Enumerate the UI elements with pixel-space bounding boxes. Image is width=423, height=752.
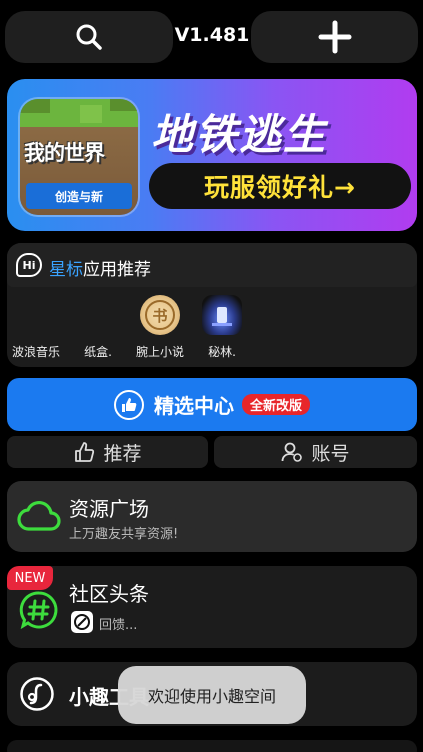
portal-icon	[202, 295, 242, 335]
thumbs-up-outline-icon	[75, 442, 95, 462]
featured-center-label: 精选中心	[153, 394, 234, 418]
thumbs-up-icon	[113, 389, 144, 420]
revamp-badge: 全新改版	[241, 394, 310, 415]
user-icon	[282, 442, 303, 462]
app-label: 秘林.	[208, 345, 236, 359]
welcome-toast: 欢迎使用小趣空间	[118, 666, 306, 724]
cloud-icon	[17, 500, 61, 531]
search-button[interactable]	[5, 11, 173, 63]
game-subtitle: 创造与新	[26, 183, 132, 209]
plus-icon	[318, 20, 351, 54]
add-button[interactable]	[251, 11, 418, 63]
tab-account[interactable]: 账号	[214, 436, 417, 468]
app-item-mi-lin[interactable]: 秘林.	[193, 295, 251, 359]
new-badge: NEW	[7, 566, 53, 590]
star-apps-header: Hi 星标应用推荐	[7, 243, 417, 287]
resource-plaza-card[interactable]: 资源广场 上万趣友共享资源!	[7, 481, 417, 552]
app-item-paper-box[interactable]: 纸盒.	[69, 295, 127, 359]
featured-center-button[interactable]: 精选中心 全新改版	[7, 378, 417, 431]
game-logo: 我的世界 创造与新	[20, 99, 138, 215]
star-apps-section: Hi 星标应用推荐 波浪音乐 纸盒. 书 腕上小说 秘林.	[7, 243, 417, 367]
wave-music-icon	[16, 295, 56, 335]
hashtag-icon	[19, 591, 58, 630]
tab-account-label: 账号	[311, 442, 350, 465]
star-apps-title: 星标应用推荐	[49, 255, 151, 280]
tab-recommend[interactable]: 推荐	[7, 436, 208, 468]
tools-icon	[20, 677, 54, 711]
promo-banner[interactable]: 我的世界 创造与新 地铁逃生 玩服领好礼→	[7, 79, 417, 231]
next-card[interactable]	[7, 740, 417, 752]
book-icon: 书	[140, 295, 180, 335]
paper-box-icon	[78, 295, 118, 335]
hi-icon: Hi	[16, 253, 42, 277]
community-headlines-subtitle: 回馈...	[99, 618, 138, 633]
feedback-icon	[71, 611, 93, 633]
community-headlines-card[interactable]: NEW 社区头条 回馈...	[7, 566, 417, 648]
community-headlines-title: 社区头条	[69, 582, 149, 606]
star-apps-title-rest: 应用推荐	[83, 260, 151, 280]
resource-plaza-title: 资源广场	[69, 497, 149, 521]
search-icon	[76, 24, 102, 50]
book-icon-glyph: 书	[145, 300, 175, 330]
game-title: 我的世界	[24, 141, 105, 165]
app-item-wrist-novel[interactable]: 书 腕上小说	[131, 295, 189, 359]
banner-title: 地铁逃生	[151, 110, 328, 159]
version-label: V1.481	[174, 24, 250, 46]
star-apps-title-highlight: 星标	[49, 260, 83, 280]
resource-plaza-subtitle: 上万趣友共享资源!	[69, 527, 179, 542]
tab-recommend-label: 推荐	[103, 442, 142, 465]
banner-cta[interactable]: 玩服领好礼→	[149, 163, 411, 209]
app-item-wave-music[interactable]: 波浪音乐	[7, 295, 65, 359]
